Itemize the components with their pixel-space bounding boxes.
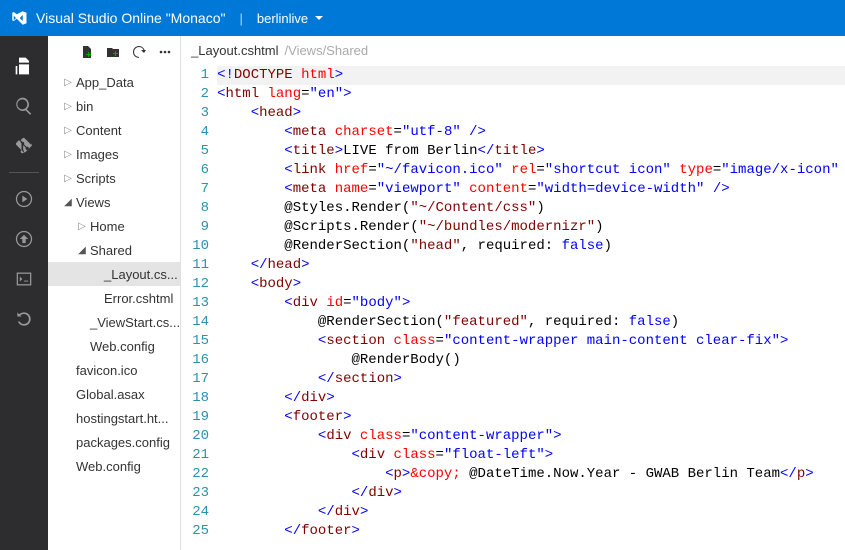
editor-tab[interactable]: _Layout.cshtml /Views/Shared (181, 36, 845, 64)
editor-area: _Layout.cshtml /Views/Shared 12345678910… (181, 36, 845, 550)
vs-logo-icon (10, 9, 28, 27)
tree-label: Shared (90, 243, 132, 258)
tree-node[interactable]: ◢Views (48, 190, 180, 214)
refresh-tree-button[interactable] (132, 45, 146, 62)
refresh-button[interactable] (0, 299, 48, 339)
expand-arrow-icon[interactable]: ▷ (76, 221, 88, 232)
code-line[interactable]: </head> (217, 256, 845, 275)
tree-node[interactable]: hostingstart.ht... (48, 406, 180, 430)
tree-label: hostingstart.ht... (76, 411, 169, 426)
git-button[interactable] (0, 126, 48, 166)
expand-arrow-icon[interactable]: ▷ (62, 149, 74, 160)
tree-label: Web.config (76, 459, 141, 474)
app-title: Visual Studio Online "Monaco" (36, 10, 225, 26)
rail-divider (9, 172, 39, 173)
code-line[interactable]: </section> (217, 370, 845, 389)
code-line[interactable]: </div> (217, 484, 845, 503)
project-name: berlinlive (257, 11, 308, 26)
tree-label: _ViewStart.cs... (90, 315, 180, 330)
explorer-panel: ▷App_Data▷bin▷Content▷Images▷Scripts◢Vie… (48, 36, 181, 550)
project-dropdown[interactable]: berlinlive (257, 11, 324, 26)
tree-node[interactable]: favicon.ico (48, 358, 180, 382)
main-area: ▷App_Data▷bin▷Content▷Images▷Scripts◢Vie… (0, 36, 845, 550)
explorer-button[interactable] (0, 46, 48, 86)
code-line[interactable]: @RenderBody() (217, 351, 845, 370)
line-gutter: 1234567891011121314151617181920212223242… (181, 64, 217, 550)
tree-label: Images (76, 147, 119, 162)
tree-label: Views (76, 195, 110, 210)
tree-node[interactable]: _Layout.cs... (48, 262, 180, 286)
code-line[interactable]: @Styles.Render("~/Content/css") (217, 199, 845, 218)
new-file-button[interactable] (80, 45, 94, 62)
tab-filepath: /Views/Shared (285, 43, 369, 58)
code-line[interactable]: </div> (217, 503, 845, 522)
tree-node[interactable]: ▷App_Data (48, 70, 180, 94)
header-separator: | (239, 11, 242, 26)
expand-arrow-icon[interactable]: ◢ (76, 245, 88, 256)
tree-label: packages.config (76, 435, 170, 450)
code-line[interactable]: @RenderSection("featured", required: fal… (217, 313, 845, 332)
code-line[interactable]: </footer> (217, 522, 845, 541)
tree-label: Web.config (90, 339, 155, 354)
tree-node[interactable]: ▷Home (48, 214, 180, 238)
code-line[interactable]: <body> (217, 275, 845, 294)
tree-node[interactable]: Web.config (48, 454, 180, 478)
tree-label: Content (76, 123, 122, 138)
expand-arrow-icon[interactable]: ▷ (62, 77, 74, 88)
tree-label: bin (76, 99, 93, 114)
tree-node[interactable]: Web.config (48, 334, 180, 358)
expand-arrow-icon[interactable]: ▷ (62, 101, 74, 112)
search-button[interactable] (0, 86, 48, 126)
code-line[interactable]: <html lang="en"> (217, 85, 845, 104)
code-line[interactable]: <div id="body"> (217, 294, 845, 313)
console-button[interactable] (0, 259, 48, 299)
output-button[interactable] (0, 219, 48, 259)
tree-node[interactable]: ▷Content (48, 118, 180, 142)
code-line[interactable]: <section class="content-wrapper main-con… (217, 332, 845, 351)
tree-node[interactable]: ▷Scripts (48, 166, 180, 190)
code-line[interactable]: @RenderSection("head", required: false) (217, 237, 845, 256)
code-line[interactable]: <!DOCTYPE html> (217, 66, 845, 85)
tree-label: App_Data (76, 75, 134, 90)
file-tree[interactable]: ▷App_Data▷bin▷Content▷Images▷Scripts◢Vie… (48, 70, 180, 550)
code-line[interactable]: @Scripts.Render("~/bundles/modernizr") (217, 218, 845, 237)
tree-label: _Layout.cs... (104, 267, 178, 282)
code-lines[interactable]: <!DOCTYPE html><html lang="en"> <head> <… (217, 64, 845, 550)
chevron-down-icon (314, 13, 324, 23)
new-folder-button[interactable] (106, 45, 120, 62)
expand-arrow-icon[interactable]: ◢ (62, 197, 74, 208)
more-button[interactable] (158, 45, 172, 62)
code-line[interactable]: <meta charset="utf-8" /> (217, 123, 845, 142)
tree-label: Error.cshtml (104, 291, 173, 306)
expand-arrow-icon[interactable]: ▷ (62, 173, 74, 184)
tree-node[interactable]: ▷Images (48, 142, 180, 166)
tree-label: Home (90, 219, 125, 234)
code-line[interactable]: <title>LIVE from Berlin</title> (217, 142, 845, 161)
code-line[interactable]: <footer> (217, 408, 845, 427)
expand-arrow-icon[interactable]: ▷ (62, 125, 74, 136)
code-line[interactable]: <link href="~/favicon.ico" rel="shortcut… (217, 161, 845, 180)
tree-node[interactable]: _ViewStart.cs... (48, 310, 180, 334)
tree-node[interactable]: Global.asax (48, 382, 180, 406)
tree-node[interactable]: packages.config (48, 430, 180, 454)
code-line[interactable]: </div> (217, 389, 845, 408)
app-header: Visual Studio Online "Monaco" | berlinli… (0, 0, 845, 36)
tab-filename: _Layout.cshtml (191, 43, 278, 58)
code-line[interactable]: <div class="content-wrapper"> (217, 427, 845, 446)
explorer-toolbar (48, 36, 180, 70)
tree-label: Scripts (76, 171, 116, 186)
run-button[interactable] (0, 179, 48, 219)
tree-node[interactable]: Error.cshtml (48, 286, 180, 310)
tree-label: Global.asax (76, 387, 145, 402)
tree-node[interactable]: ◢Shared (48, 238, 180, 262)
code-line[interactable]: <div class="float-left"> (217, 446, 845, 465)
code-line[interactable]: <meta name="viewport" content="width=dev… (217, 180, 845, 199)
tree-node[interactable]: ▷bin (48, 94, 180, 118)
activity-bar (0, 36, 48, 550)
code-line[interactable]: <p>&copy; @DateTime.Now.Year - GWAB Berl… (217, 465, 845, 484)
tree-label: favicon.ico (76, 363, 137, 378)
code-line[interactable]: <head> (217, 104, 845, 123)
code-editor[interactable]: 1234567891011121314151617181920212223242… (181, 64, 845, 550)
